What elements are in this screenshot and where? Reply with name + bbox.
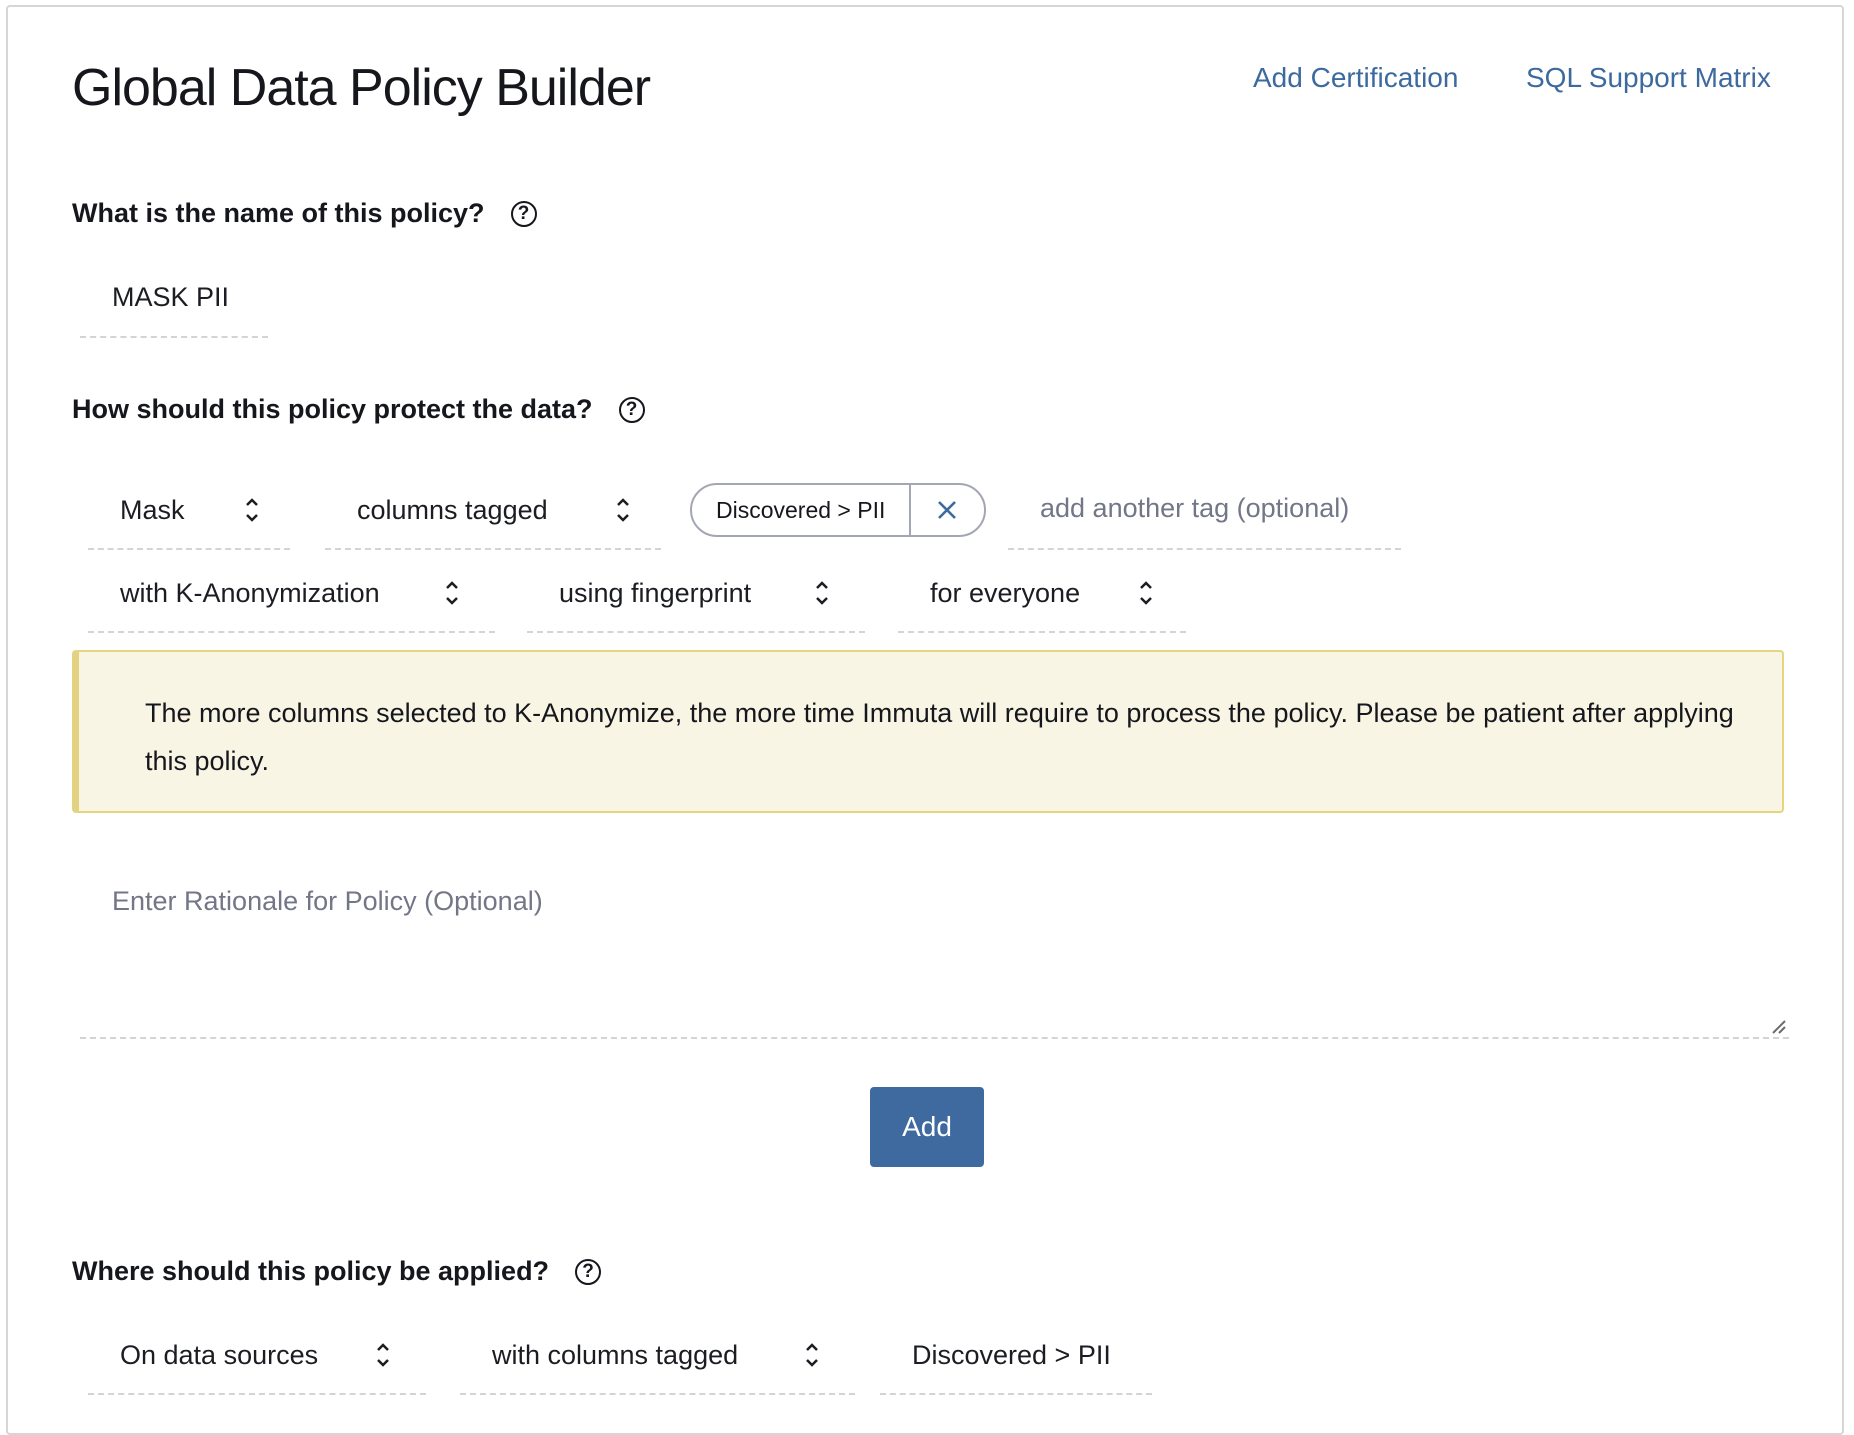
scope-select[interactable]: On data sources — [88, 1317, 426, 1395]
condition-tag-value: Discovered > PII — [912, 1339, 1111, 1370]
select-value: using fingerprint — [559, 577, 752, 608]
help-icon[interactable]: ? — [510, 200, 537, 227]
select-value: columns tagged — [357, 494, 548, 525]
protection-heading: How should this policy protect the data?… — [72, 394, 645, 425]
page-title: Global Data Policy Builder — [72, 59, 651, 117]
select-value: with columns tagged — [492, 1339, 739, 1370]
apply-heading: Where should this policy be applied? ? — [72, 1256, 602, 1287]
chevron-up-down-icon — [804, 1340, 820, 1370]
rationale-textarea[interactable]: Enter Rationale for Policy (Optional) — [80, 868, 1789, 1039]
policy-name-heading-text: What is the name of this policy? — [72, 198, 485, 228]
chevron-up-down-icon — [615, 495, 631, 525]
technique-select[interactable]: using fingerprint — [527, 555, 865, 633]
chevron-up-down-icon — [1138, 578, 1154, 608]
k-anonymization-notice: The more columns selected to K-Anonymize… — [72, 650, 1784, 813]
policy-name-heading: What is the name of this policy? ? — [72, 198, 537, 229]
tag-chip: Discovered > PII — [690, 483, 986, 537]
add-certification-link[interactable]: Add Certification — [1253, 62, 1458, 94]
chevron-up-down-icon — [375, 1340, 391, 1370]
close-icon — [938, 501, 957, 519]
chevron-up-down-icon — [444, 578, 460, 608]
help-icon[interactable]: ? — [575, 1258, 602, 1285]
sql-support-matrix-link[interactable]: SQL Support Matrix — [1526, 62, 1771, 94]
notice-text: The more columns selected to K-Anonymize… — [145, 698, 1734, 776]
resize-handle-icon[interactable] — [1771, 1019, 1787, 1035]
add-button[interactable]: Add — [870, 1087, 984, 1167]
protection-heading-text: How should this policy protect the data? — [72, 394, 593, 424]
add-tag-placeholder: add another tag (optional) — [1040, 493, 1350, 523]
policy-name-input[interactable]: MASK PII — [80, 270, 268, 338]
tag-label: Discovered > PII — [692, 485, 912, 535]
method-select[interactable]: with K-Anonymization — [88, 555, 495, 633]
chevron-up-down-icon — [244, 495, 260, 525]
chevron-up-down-icon — [814, 578, 830, 608]
mask-action-select[interactable]: Mask — [88, 472, 290, 550]
audience-select[interactable]: for everyone — [898, 555, 1186, 633]
add-tag-input[interactable]: add another tag (optional) — [1008, 472, 1401, 550]
condition-select[interactable]: with columns tagged — [460, 1317, 855, 1395]
select-value: for everyone — [930, 577, 1081, 608]
select-value: Mask — [120, 494, 185, 525]
condition-tag-input[interactable]: Discovered > PII — [880, 1317, 1152, 1395]
remove-tag-button[interactable] — [911, 485, 983, 535]
rationale-placeholder: Enter Rationale for Policy (Optional) — [112, 886, 543, 916]
select-value: with K-Anonymization — [120, 577, 380, 608]
target-select[interactable]: columns tagged — [325, 472, 661, 550]
help-icon[interactable]: ? — [618, 396, 645, 423]
select-value: On data sources — [120, 1339, 319, 1370]
policy-name-value: MASK PII — [112, 282, 230, 312]
apply-heading-text: Where should this policy be applied? — [72, 1256, 550, 1286]
